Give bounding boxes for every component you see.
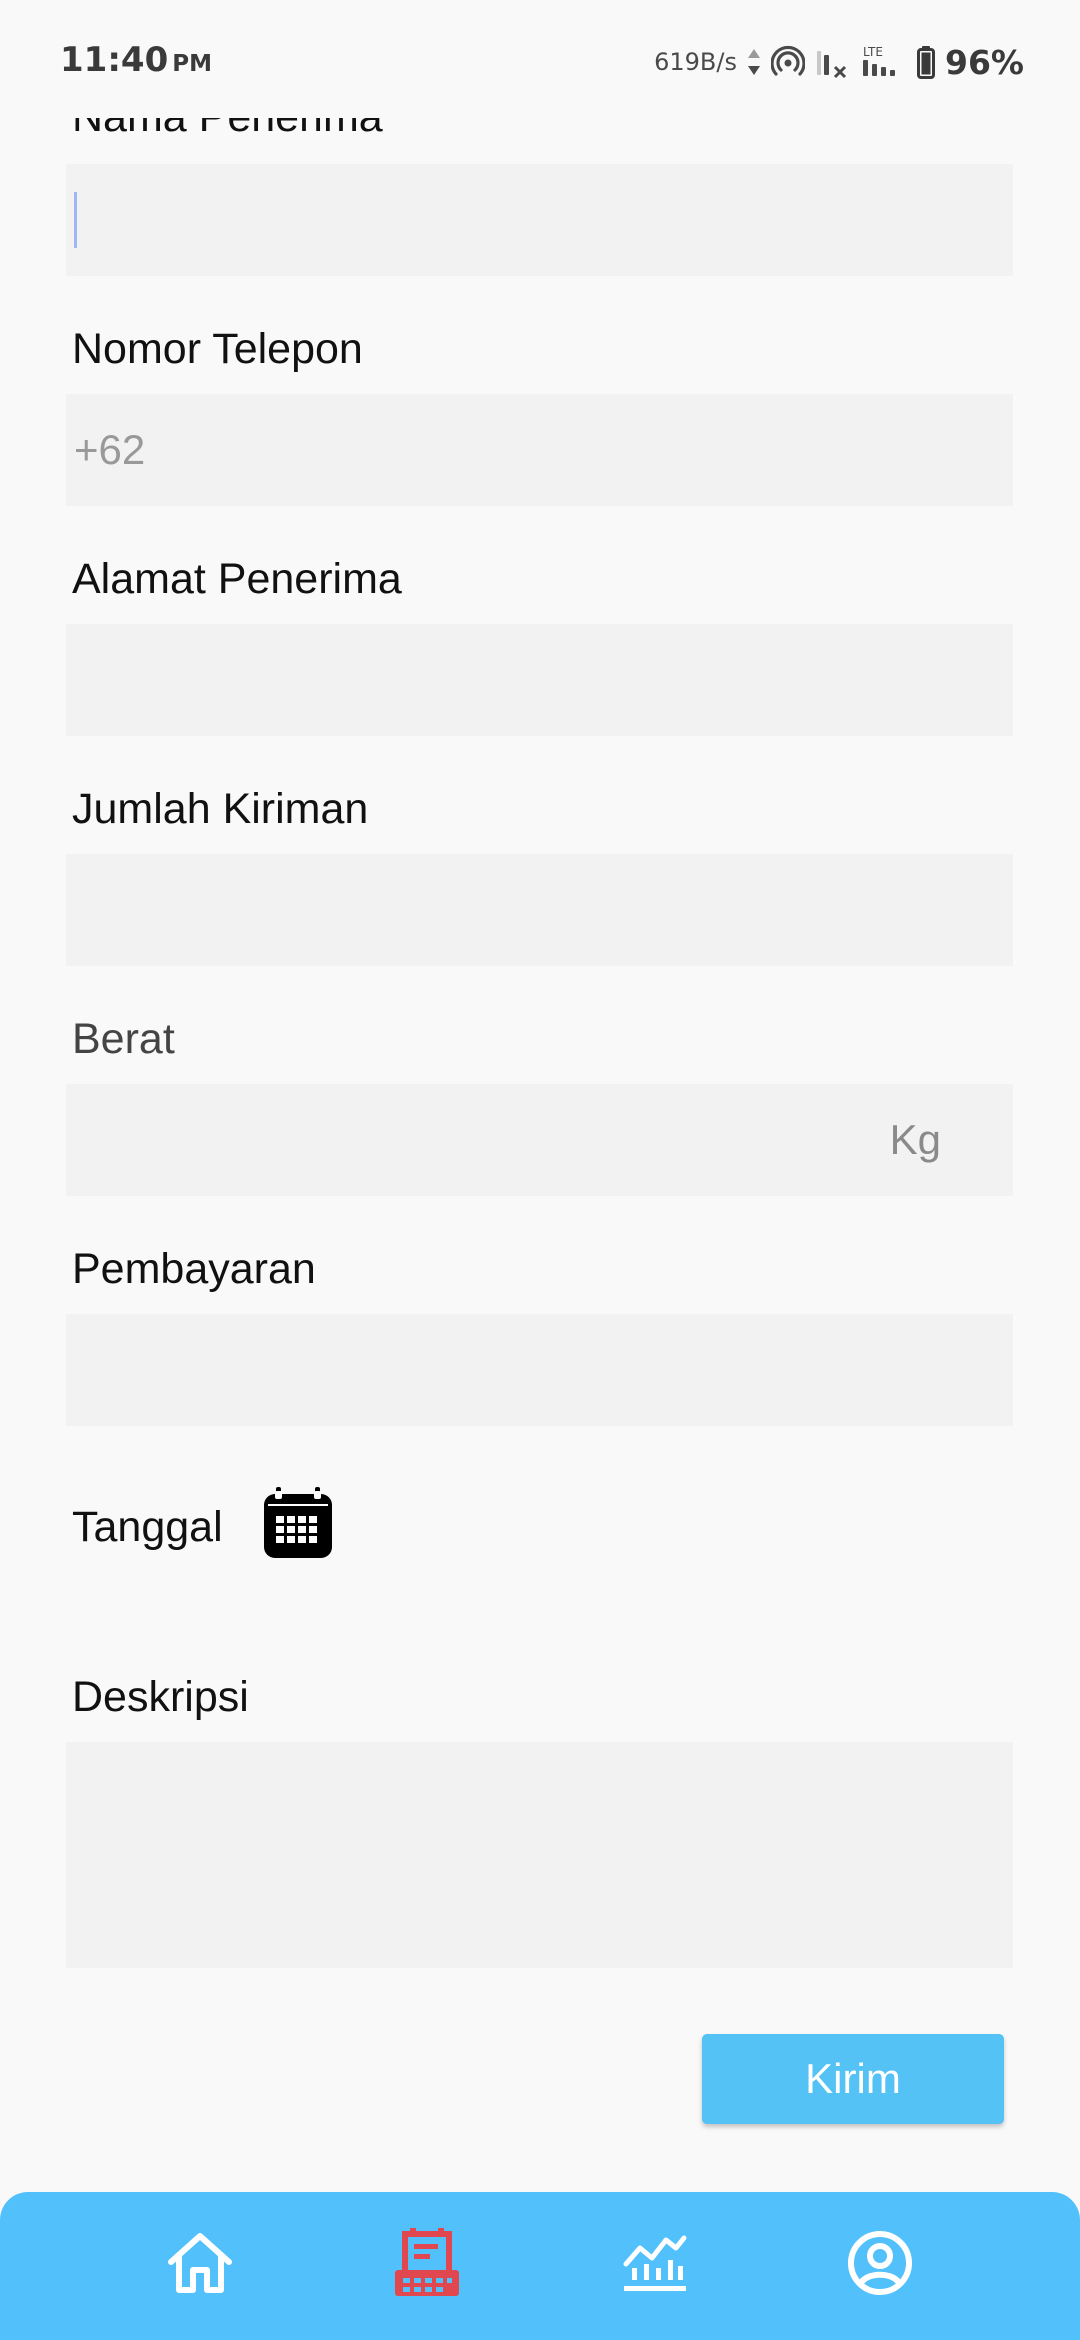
clock-time: 11:40 [60,40,169,80]
lte-label: LTE [863,45,883,59]
status-bar: 11:40 PM 619B/s LTE 96% [0,0,1080,118]
recipient-name-input[interactable] [66,164,1013,276]
weight-input[interactable]: Kg [66,1084,1013,1196]
nav-transaction[interactable] [392,2228,462,2298]
address-input[interactable] [66,624,1013,736]
calendar-icon[interactable] [262,1486,334,1560]
date-label: Tanggal [72,1503,223,1551]
hotspot-icon [771,45,805,76]
lte-signal-icon: LTE [863,45,895,76]
home-icon [168,2233,232,2293]
payment-input[interactable] [66,1314,1013,1426]
clock-ampm: PM [172,51,212,77]
nav-profile[interactable] [845,2228,915,2298]
weight-unit-suffix: Kg [889,1116,941,1163]
signal-no-sim-icon [817,51,847,79]
battery-percentage: 96% [945,42,1024,82]
submit-button-label: Kirim [805,2055,901,2102]
nav-statistics[interactable] [620,2228,690,2298]
description-label: Deskripsi [72,1673,249,1721]
weight-label: Berat [72,1015,175,1063]
payment-label: Pembayaran [72,1245,316,1293]
submit-button[interactable]: Kirim [702,2034,1004,2124]
profile-icon [848,2231,912,2295]
network-speed: 619B/s [654,48,737,76]
phone-input[interactable]: +62 [66,394,1013,506]
nav-home[interactable] [165,2228,235,2298]
status-time: 11:40 PM [60,40,212,80]
chart-icon [623,2235,687,2291]
cash-register-icon [395,2228,459,2296]
address-label: Alamat Penerima [72,555,402,603]
text-cursor [74,192,77,248]
phone-placeholder: +62 [74,426,146,473]
phone-label: Nomor Telepon [72,325,363,373]
quantity-label: Jumlah Kiriman [72,785,369,833]
quantity-input[interactable] [66,854,1013,966]
battery-icon [917,46,935,79]
status-icons: 619B/s LTE 96% [654,40,1024,84]
bottom-navigation [0,2192,1080,2340]
description-textarea[interactable] [66,1742,1013,1968]
data-arrows-icon [748,49,760,75]
